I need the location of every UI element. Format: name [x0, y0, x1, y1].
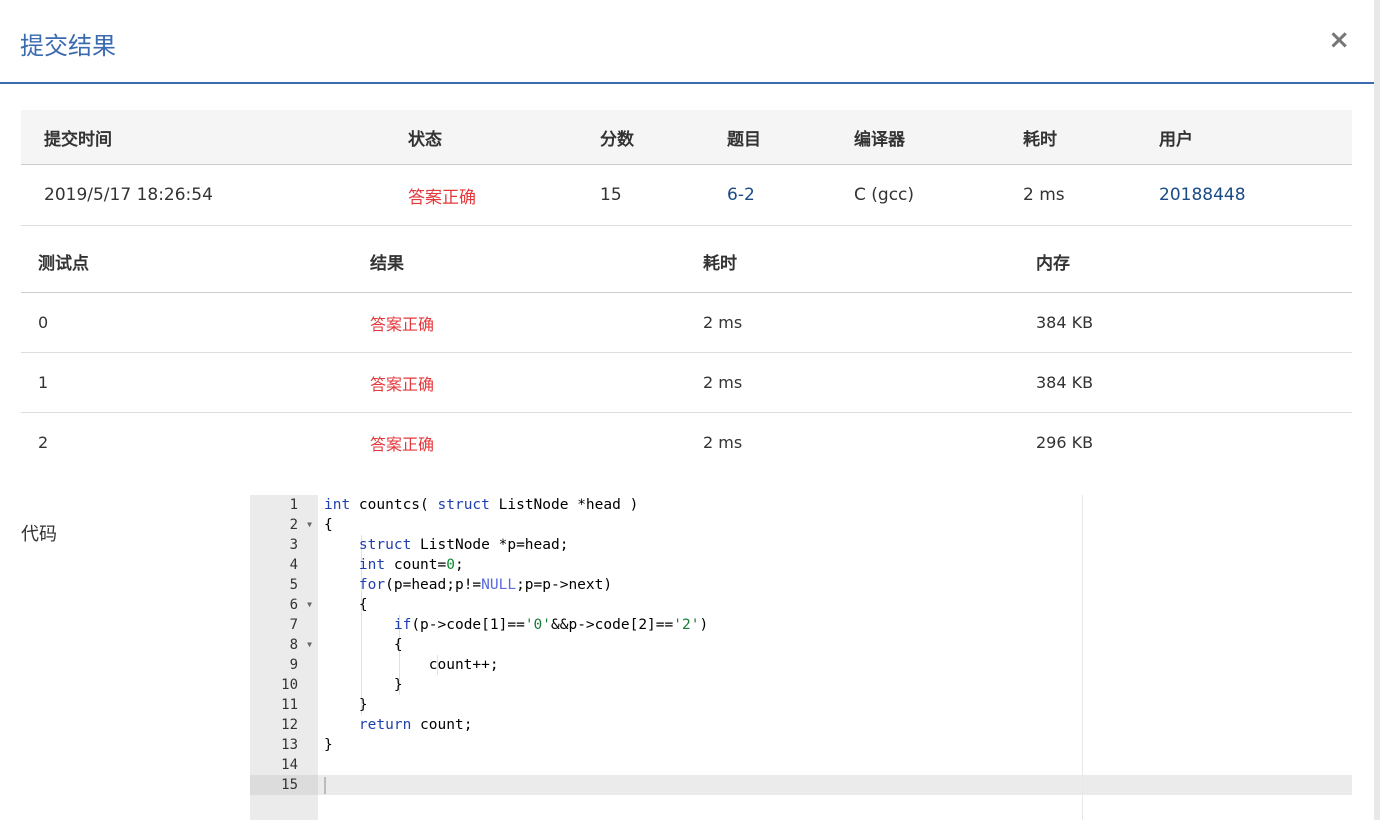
submission-summary-table: 提交时间 状态 分数 题目 编译器 耗时 用户 2019/5/17 18:26:…	[21, 110, 1352, 226]
line-number: 12	[281, 717, 298, 733]
test-cases-table: 测试点 结果 耗时 内存 0 答案正确 2 ms 384 KB 1 答案正确 2…	[21, 230, 1352, 472]
code-line: int count=0;	[358, 557, 464, 573]
code-line: {	[324, 637, 403, 653]
close-icon[interactable]: ×	[1328, 26, 1350, 54]
code-line: count++;	[324, 657, 499, 673]
code-line: int countcs( struct ListNode *head )	[324, 497, 639, 513]
test-id: 0	[38, 313, 49, 332]
test-row: 2 答案正确 2 ms 296 KB	[21, 413, 1352, 472]
header-score: 分数	[600, 129, 634, 150]
test-row: 0 答案正确 2 ms 384 KB	[21, 293, 1352, 353]
code-line: }	[324, 737, 333, 753]
print-margin	[1082, 495, 1083, 820]
compiler-value: C (gcc)	[854, 185, 915, 205]
active-line-highlight	[318, 775, 1352, 795]
summary-row: 2019/5/17 18:26:54 答案正确 15 6-2 C (gcc) 2…	[21, 165, 1352, 226]
test-memory: 384 KB	[1036, 313, 1094, 332]
submit-time: 2019/5/17 18:26:54	[44, 185, 213, 205]
user-link[interactable]: 20188448	[1159, 165, 1246, 225]
line-number-text: 8	[289, 637, 298, 653]
line-number: 14	[281, 757, 298, 773]
test-memory: 384 KB	[1036, 373, 1094, 392]
text-cursor	[324, 777, 326, 794]
code-line: if(p->code[1]=='0'&&p->code[2]=='2')	[393, 617, 709, 633]
tests-header-row: 测试点 结果 耗时 内存	[21, 230, 1352, 293]
duration-value: 2 ms	[1023, 185, 1065, 205]
line-number: 11	[281, 697, 298, 713]
code-line: }	[324, 697, 368, 713]
fold-arrow-icon[interactable]: ▼	[307, 515, 312, 535]
test-time: 2 ms	[703, 433, 743, 452]
code-label: 代码	[21, 524, 57, 545]
line-number: 2 ▼	[250, 515, 318, 535]
code-line: struct ListNode *p=head;	[358, 537, 569, 553]
line-number: 9	[289, 657, 298, 673]
line-number: 8 ▼	[250, 635, 318, 655]
test-result: 答案正确	[370, 374, 435, 394]
header-compiler: 编译器	[854, 129, 905, 150]
dialog-header: 提交结果 ×	[0, 0, 1380, 84]
line-number-text: 2	[289, 517, 298, 533]
test-result: 答案正确	[370, 434, 435, 454]
score-value: 15	[600, 185, 622, 205]
code-line: for(p=head;p!=NULL;p=p->next)	[358, 577, 613, 593]
line-number-text: 6	[289, 597, 298, 613]
header-memory: 内存	[1036, 253, 1070, 274]
line-number: 13	[281, 737, 298, 753]
status-badge: 答案正确	[408, 187, 476, 208]
header-time: 耗时	[703, 253, 737, 274]
header-submit-time: 提交时间	[44, 129, 112, 150]
test-id: 1	[38, 373, 49, 392]
summary-header-row: 提交时间 状态 分数 题目 编译器 耗时 用户	[21, 110, 1352, 165]
test-time: 2 ms	[703, 373, 743, 392]
code-line: }	[324, 677, 403, 693]
header-duration: 耗时	[1023, 129, 1057, 150]
header-status: 状态	[408, 129, 442, 150]
header-user: 用户	[1159, 129, 1193, 150]
line-number: 3	[289, 537, 298, 553]
header-result: 结果	[370, 253, 404, 274]
header-problem: 题目	[727, 129, 761, 150]
line-number: 1	[289, 497, 298, 513]
dialog-title: 提交结果	[20, 32, 116, 60]
code-line: {	[324, 597, 368, 613]
scrollbar[interactable]	[1374, 0, 1380, 820]
fold-arrow-icon[interactable]: ▼	[307, 635, 312, 655]
code-line: return count;	[358, 717, 473, 733]
code-line: {	[324, 517, 333, 533]
line-number: 4	[289, 557, 298, 573]
line-number: 10	[281, 677, 298, 693]
line-number: 15	[250, 775, 318, 795]
problem-link[interactable]: 6-2	[727, 165, 755, 225]
test-memory: 296 KB	[1036, 433, 1094, 452]
test-result: 答案正确	[370, 314, 435, 334]
test-id: 2	[38, 433, 49, 452]
line-number: 7	[289, 617, 298, 633]
code-editor[interactable]: 1 2 ▼ 3 4 5 6 ▼ 7 8 ▼ 9 10 11 12 13 14 15 i…	[250, 495, 1352, 820]
fold-arrow-icon[interactable]: ▼	[307, 595, 312, 615]
test-row: 1 答案正确 2 ms 384 KB	[21, 353, 1352, 413]
test-time: 2 ms	[703, 313, 743, 332]
line-number: 5	[289, 577, 298, 593]
line-number: 6 ▼	[250, 595, 318, 615]
header-test-point: 测试点	[38, 253, 89, 274]
